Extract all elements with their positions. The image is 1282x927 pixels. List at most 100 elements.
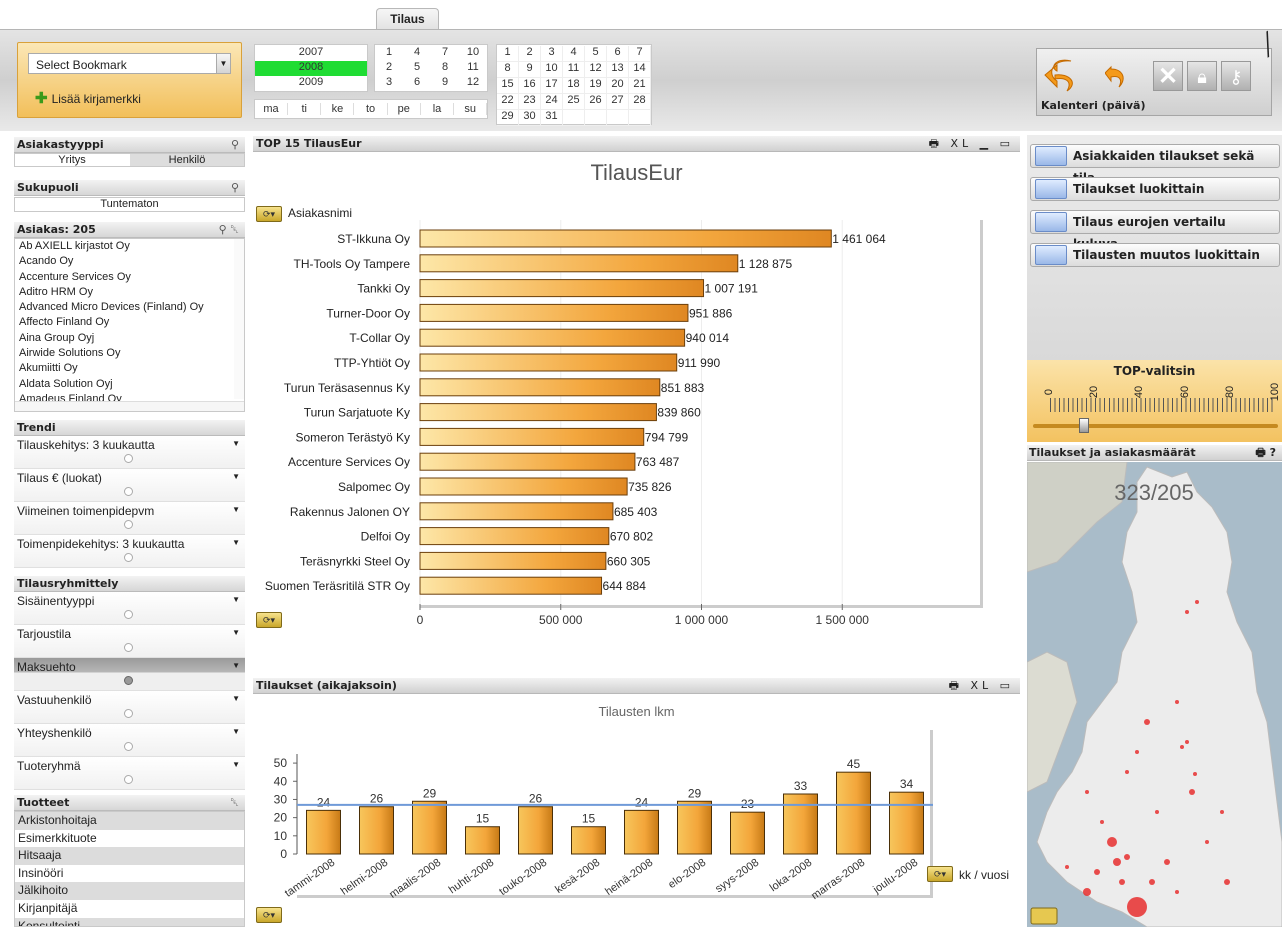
customer-list-item[interactable]: Aldata Solution Oyj	[19, 377, 244, 392]
search-icon[interactable]: ⚲	[231, 180, 239, 196]
product-list-item[interactable]: Esimerkkituote	[15, 830, 244, 848]
bookmark-select[interactable]: Select Bookmark ▼	[28, 53, 231, 74]
tilausryhmittely-dropdown[interactable]: Yhteyshenkilö ▼	[14, 724, 245, 757]
year-item[interactable]: 2007	[255, 46, 367, 61]
customer-list-item[interactable]: Aina Group Oyj	[19, 331, 244, 346]
bar[interactable]	[306, 809, 341, 855]
panel-toolbar-icons[interactable]: 🖶 XL ▁ ▭	[929, 136, 1014, 152]
chevron-down-icon[interactable]: ▼	[232, 661, 240, 670]
tilausryhmittely-dropdown[interactable]: Sisäinentyyppi ▼	[14, 592, 245, 625]
day-item[interactable]: 21	[629, 78, 651, 94]
bar[interactable]	[419, 403, 657, 422]
weekday-item[interactable]: ti	[288, 103, 322, 115]
scrollbar-vertical[interactable]	[234, 239, 244, 399]
weekday-item[interactable]: ma	[255, 103, 288, 115]
day-item[interactable]: 26	[585, 94, 607, 110]
key-icon[interactable]: ⚷	[1221, 61, 1251, 91]
customer-list-item[interactable]: Acando Oy	[19, 254, 244, 269]
bar[interactable]	[419, 254, 739, 273]
month-item[interactable]: 3	[375, 76, 403, 88]
bar[interactable]	[419, 551, 607, 570]
bar[interactable]	[889, 791, 924, 855]
trendi-dropdown[interactable]: Viimeinen toimenpidepvm ▼	[14, 502, 245, 535]
bar[interactable]	[419, 477, 628, 496]
year-item[interactable]: 2009	[255, 76, 367, 91]
customer-list-item[interactable]: Akumiitti Oy	[19, 361, 244, 376]
day-item[interactable]: 7	[629, 46, 651, 62]
bar[interactable]	[419, 303, 689, 322]
day-item[interactable]: 5	[585, 46, 607, 62]
day-item[interactable]: 3	[541, 46, 563, 62]
trendi-dropdown[interactable]: Tilaus € (luokat) ▼	[14, 469, 245, 502]
chevron-down-icon[interactable]: ▼	[232, 760, 240, 769]
day-item[interactable]: 10	[541, 62, 563, 78]
chevron-down-icon[interactable]: ▼	[232, 727, 240, 736]
bar[interactable]	[359, 806, 394, 855]
day-item[interactable]: 13	[607, 62, 629, 78]
bar[interactable]	[730, 811, 765, 855]
bar[interactable]	[518, 806, 553, 855]
bar[interactable]	[465, 826, 500, 855]
month-item[interactable]: 2	[375, 61, 403, 73]
bar[interactable]	[419, 279, 705, 298]
day-item[interactable]	[629, 110, 651, 126]
customer-list-item[interactable]: Advanced Micro Devices (Finland) Oy	[19, 300, 244, 315]
month-item[interactable]: 11	[459, 61, 487, 73]
bar[interactable]	[419, 328, 686, 347]
bar[interactable]	[624, 809, 659, 855]
day-item[interactable]	[607, 110, 629, 126]
asiakastyyppi-henkilo[interactable]: Henkilö	[130, 154, 244, 166]
radio-indicator[interactable]	[124, 553, 133, 562]
bar[interactable]	[677, 800, 712, 855]
tilausryhmittely-dropdown[interactable]: Tuoteryhmä ▼	[14, 757, 245, 790]
asiakastyyppi-yritys[interactable]: Yritys	[15, 154, 129, 166]
clear-selection-icon[interactable]: ␡	[230, 795, 239, 811]
radio-indicator[interactable]	[124, 454, 133, 463]
clear-icon[interactable]: ✕	[1153, 61, 1183, 91]
month-item[interactable]: 1	[375, 46, 403, 58]
tilausryhmittely-dropdown[interactable]: Tarjoustila ▼	[14, 625, 245, 658]
day-item[interactable]: 24	[541, 94, 563, 110]
chevron-down-icon[interactable]: ▼	[232, 538, 240, 547]
tab-tilaus[interactable]: Tilaus	[376, 8, 439, 30]
search-icon[interactable]: ⚲	[231, 137, 239, 153]
day-item[interactable]: 16	[519, 78, 541, 94]
chevron-down-icon[interactable]: ▼	[232, 595, 240, 604]
day-item[interactable]: 19	[585, 78, 607, 94]
day-item[interactable]: 8	[497, 62, 519, 78]
day-item[interactable]: 28	[629, 94, 651, 110]
product-list-item[interactable]: Arkistonhoitaja	[15, 812, 244, 830]
trendi-dropdown[interactable]: Toimenpidekehitys: 3 kuukautta ▼	[14, 535, 245, 568]
month-item[interactable]: 6	[403, 76, 431, 88]
weekday-item[interactable]: su	[454, 103, 488, 115]
weekday-item[interactable]: ke	[321, 103, 355, 115]
lock-icon[interactable]: 🔒︎	[1187, 61, 1217, 91]
radio-indicator[interactable]	[124, 709, 133, 718]
day-item[interactable]: 17	[541, 78, 563, 94]
trendi-dropdown[interactable]: Tilauskehitys: 3 kuukautta ▼	[14, 436, 245, 469]
finland-map[interactable]: 323/205	[1027, 462, 1282, 927]
bar[interactable]	[419, 502, 614, 521]
chevron-down-icon[interactable]: ▼	[232, 628, 240, 637]
report-button[interactable]: Asiakkaiden tilaukset sekä tila...	[1030, 144, 1280, 185]
map-toolbar-icons[interactable]: 🖶 ?	[1255, 445, 1276, 461]
product-list-item[interactable]: Kirjanpitäjä	[15, 900, 244, 918]
bar[interactable]	[783, 793, 818, 855]
day-item[interactable]: 20	[607, 78, 629, 94]
chevron-down-icon[interactable]: ▼	[232, 439, 240, 448]
day-item[interactable]: 27	[607, 94, 629, 110]
weekday-item[interactable]: la	[421, 103, 454, 115]
chevron-down-icon[interactable]: ▼	[232, 505, 240, 514]
day-item[interactable]: 18	[563, 78, 585, 94]
customer-list-item[interactable]: Ab AXIELL kirjastot Oy	[19, 239, 244, 254]
bar[interactable]	[419, 576, 603, 595]
day-item[interactable]: 29	[497, 110, 519, 126]
scrollbar-horizontal[interactable]	[15, 401, 244, 411]
day-item[interactable]: 2	[519, 46, 541, 62]
year-item[interactable]: 2008	[255, 61, 367, 76]
month-item[interactable]: 7	[431, 46, 459, 58]
radio-indicator[interactable]	[124, 676, 133, 685]
bar[interactable]	[836, 771, 871, 855]
month-item[interactable]: 8	[431, 61, 459, 73]
day-item[interactable]: 4	[563, 46, 585, 62]
